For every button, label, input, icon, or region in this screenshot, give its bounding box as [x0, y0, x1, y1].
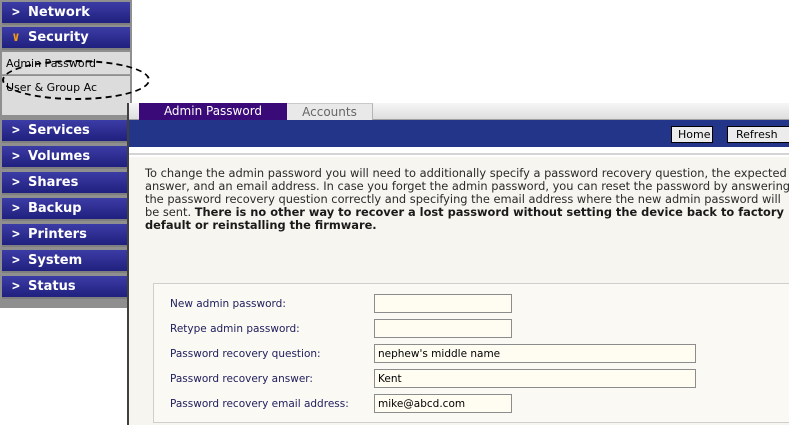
field-label: New admin password: — [170, 298, 286, 310]
sidebar-subitem-label: Admin Password — [6, 57, 96, 70]
instructions-text: To change the admin password you will ne… — [145, 167, 789, 232]
sidebar-item-label: Backup — [28, 201, 82, 216]
sidebar-item-volumes[interactable]: > Volumes — [2, 146, 130, 169]
sidebar-item-label: Printers — [28, 227, 87, 242]
divider — [129, 147, 789, 155]
home-button[interactable]: Home — [671, 126, 713, 143]
chevron-right-icon: > — [12, 5, 20, 20]
sidebar-item-system[interactable]: > System — [2, 250, 130, 273]
field-label: Password recovery answer: — [170, 373, 313, 385]
tab-accounts[interactable]: Accounts — [287, 103, 373, 120]
refresh-button[interactable]: Refresh — [727, 126, 789, 143]
sidebar-menu: > Network ∨ Security Admin Password User &… — [0, 0, 132, 308]
sidebar-item-printers[interactable]: > Printers — [2, 224, 130, 247]
new-password-input[interactable] — [374, 294, 512, 313]
instructions-warning: There is no other way to recover a lost … — [145, 205, 784, 232]
sidebar-item-backup[interactable]: > Backup — [2, 198, 130, 221]
sidebar-subitem-user-group-accounts[interactable]: User & Group Ac — [2, 76, 130, 115]
sidebar-item-label: System — [28, 253, 83, 268]
form-row: New admin password: — [154, 294, 789, 317]
sidebar-subitem-label: User & Group Ac — [6, 81, 98, 94]
sidebar-item-label: Network — [28, 5, 90, 20]
header-bar: Home Refresh — [129, 120, 789, 147]
chevron-right-icon: > — [12, 227, 20, 242]
password-form: New admin password: Retype admin passwor… — [153, 283, 789, 423]
field-label: Password recovery question: — [170, 348, 321, 360]
chevron-down-icon: ∨ — [12, 30, 20, 45]
form-row: Retype admin password: — [154, 319, 789, 342]
chevron-right-icon: > — [12, 279, 20, 294]
recovery-question-input[interactable] — [374, 344, 696, 363]
tab-bar: Admin Password Accounts — [129, 103, 789, 120]
form-row: Password recovery question: — [154, 344, 789, 367]
sidebar-item-label: Volumes — [28, 149, 91, 164]
admin-password-panel: Admin Password Accounts Home Refresh To … — [127, 103, 789, 425]
form-row: Password recovery answer: — [154, 369, 789, 392]
sidebar-subitem-admin-password[interactable]: Admin Password — [2, 52, 130, 75]
content-area: To change the admin password you will ne… — [129, 157, 789, 425]
sidebar-item-label: Status — [28, 279, 76, 294]
sidebar-item-network[interactable]: > Network — [2, 2, 130, 25]
chevron-right-icon: > — [12, 253, 20, 268]
chevron-right-icon: > — [12, 175, 20, 190]
sidebar-item-label: Security — [28, 30, 89, 45]
sidebar-item-label: Services — [28, 123, 90, 138]
sidebar-item-services[interactable]: > Services — [2, 120, 130, 143]
recovery-answer-input[interactable] — [374, 369, 696, 388]
form-row: Password recovery email address: — [154, 394, 789, 417]
sidebar-item-shares[interactable]: > Shares — [2, 172, 130, 195]
retype-password-input[interactable] — [374, 319, 512, 338]
chevron-right-icon: > — [12, 201, 20, 216]
recovery-email-input[interactable] — [374, 394, 512, 413]
tab-admin-password[interactable]: Admin Password — [139, 103, 287, 120]
field-label: Retype admin password: — [170, 323, 300, 335]
sidebar-item-label: Shares — [28, 175, 79, 190]
field-label: Password recovery email address: — [170, 398, 349, 410]
sidebar-item-security[interactable]: ∨ Security — [2, 27, 130, 50]
chevron-right-icon: > — [12, 149, 20, 164]
chevron-right-icon: > — [12, 123, 20, 138]
sidebar-item-status[interactable]: > Status — [2, 276, 130, 299]
